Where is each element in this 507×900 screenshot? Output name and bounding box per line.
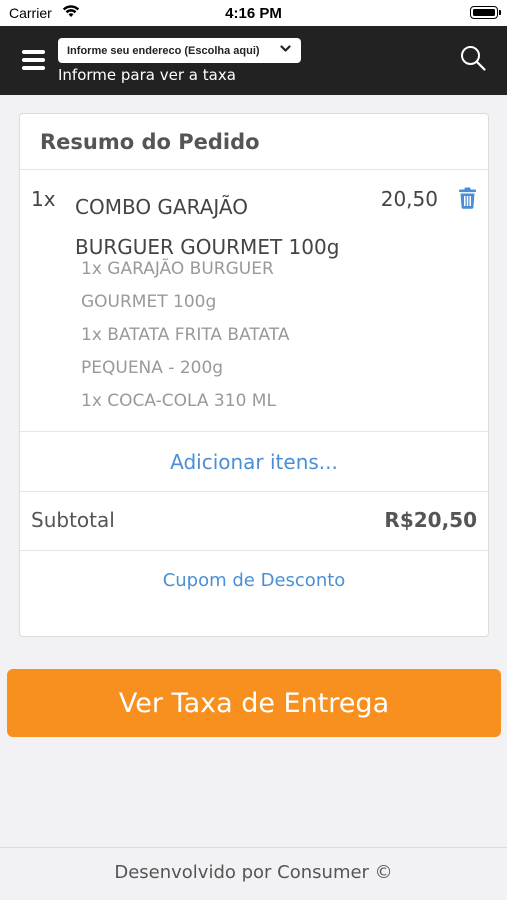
sub-item: 1x COCA-COLA 310 ML bbox=[81, 391, 276, 411]
item-price: 20,50 bbox=[380, 187, 438, 211]
sub-item: PEQUENA - 200g bbox=[81, 358, 224, 378]
subtotal-row: Subtotal R$20,50 bbox=[20, 492, 488, 551]
subtotal-label: Subtotal bbox=[31, 508, 115, 532]
order-summary-card: Resumo do Pedido 1x COMBO GARAJÃO BURGUE… bbox=[19, 113, 489, 637]
order-summary-title: Resumo do Pedido bbox=[20, 114, 488, 170]
clock: 4:16 PM bbox=[225, 5, 282, 22]
add-items-link[interactable]: Adicionar itens... bbox=[20, 432, 488, 492]
item-name: COMBO GARAJÃO BURGUER GOURMET 100g bbox=[75, 187, 375, 267]
hamburger-menu-icon[interactable] bbox=[22, 50, 46, 70]
app-header: Informe seu endereco (Escolha aqui) Info… bbox=[0, 26, 507, 95]
delivery-fee-button[interactable]: Ver Taxa de Entrega bbox=[7, 669, 501, 737]
item-name-line: COMBO GARAJÃO bbox=[75, 195, 248, 219]
header-subtitle: Informe para ver a taxa bbox=[58, 66, 236, 84]
item-quantity: 1x bbox=[31, 187, 56, 211]
sub-item: GOURMET 100g bbox=[81, 292, 217, 312]
sub-item: 1x GARAJÃO BURGUER bbox=[81, 259, 274, 279]
battery-icon bbox=[470, 6, 501, 19]
footer-credit: Desenvolvido por Consumer © bbox=[114, 862, 393, 883]
sub-item: 1x BATATA FRITA BATATA bbox=[81, 325, 290, 345]
trash-icon[interactable] bbox=[458, 187, 477, 209]
chevron-down-icon bbox=[280, 45, 291, 52]
status-bar: Carrier 4:16 PM bbox=[0, 0, 507, 26]
footer-divider bbox=[0, 847, 507, 848]
address-select-label: Informe seu endereco (Escolha aqui) bbox=[67, 44, 260, 57]
address-select[interactable]: Informe seu endereco (Escolha aqui) bbox=[58, 38, 301, 63]
coupon-link[interactable]: Cupom de Desconto bbox=[20, 551, 488, 611]
search-icon[interactable] bbox=[459, 44, 487, 72]
order-item: 1x COMBO GARAJÃO BURGUER GOURMET 100g 20… bbox=[20, 170, 488, 432]
subtotal-value: R$20,50 bbox=[384, 508, 477, 532]
